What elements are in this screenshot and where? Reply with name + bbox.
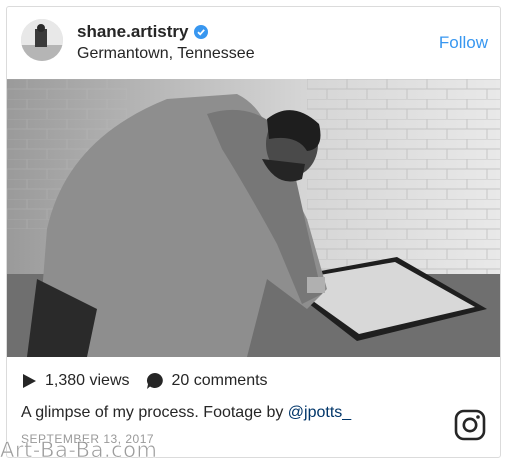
comments-stat[interactable]: 20 comments	[146, 372, 268, 390]
post-caption: A glimpse of my process. Footage by @jpo…	[21, 404, 351, 422]
mention-link[interactable]: @jpotts_	[288, 404, 351, 421]
username[interactable]: shane.artistry	[77, 22, 189, 42]
post-date[interactable]: SEPTEMBER 13, 2017	[21, 432, 154, 446]
views-count: 1,380 views	[45, 372, 130, 389]
caption-text: A glimpse of my process. Footage by	[21, 404, 288, 421]
photo-artwork	[7, 79, 500, 357]
instagram-embed-card: shane.artistry Germantown, Tennessee Fol…	[6, 6, 501, 458]
comment-bubble-icon	[146, 372, 163, 389]
play-icon	[23, 374, 36, 388]
post-photo[interactable]	[7, 79, 500, 357]
avatar[interactable]	[21, 19, 63, 61]
follow-button[interactable]: Follow	[439, 33, 488, 53]
post-header: shane.artistry Germantown, Tennessee Fol…	[7, 7, 500, 77]
comments-count[interactable]: 20 comments	[172, 372, 268, 390]
post-stats: 1,380 views 20 comments	[21, 372, 268, 390]
username-row[interactable]: shane.artistry	[77, 22, 208, 42]
instagram-logo-icon[interactable]	[454, 409, 486, 441]
verified-badge-icon	[193, 25, 208, 39]
views-stat: 1,380 views	[21, 372, 130, 390]
location[interactable]: Germantown, Tennessee	[77, 45, 255, 63]
